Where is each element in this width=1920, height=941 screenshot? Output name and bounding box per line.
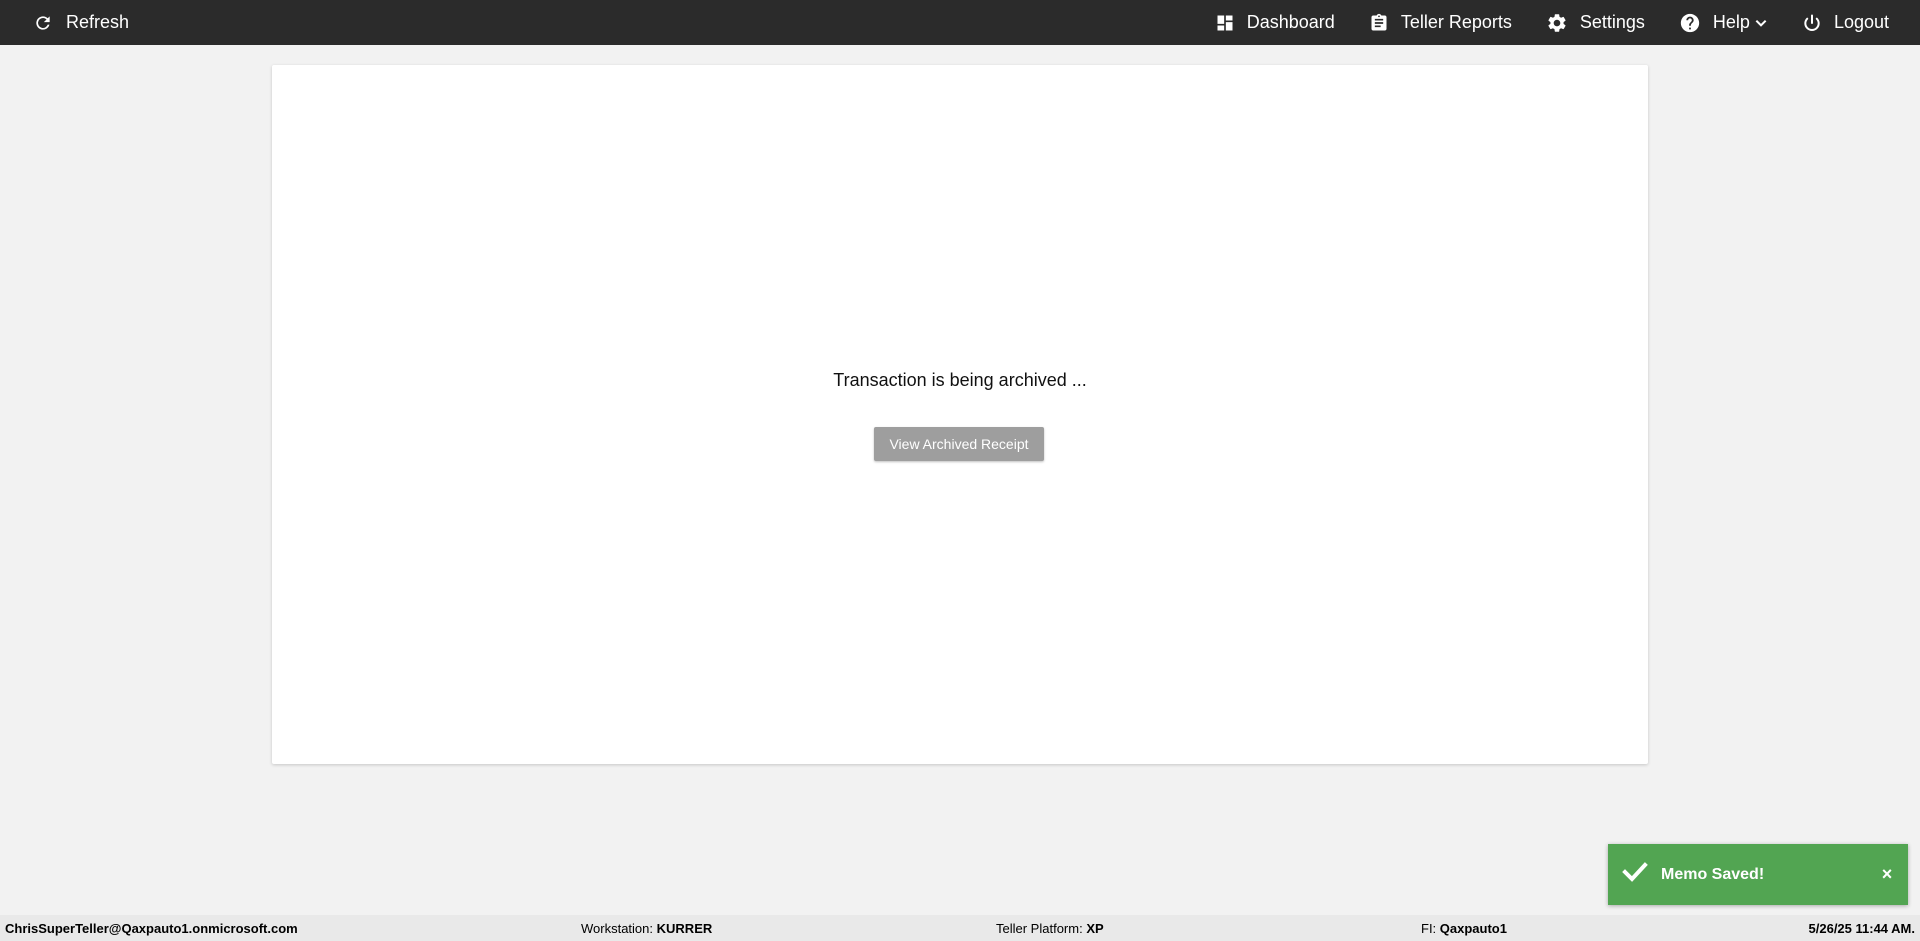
memo-saved-toast: Memo Saved! ×	[1608, 844, 1908, 905]
footer-user-value: ChrisSuperTeller@Qaxpauto1.onmicrosoft.c…	[5, 921, 298, 936]
refresh-button[interactable]: Refresh	[33, 0, 129, 45]
status-footer: ChrisSuperTeller@Qaxpauto1.onmicrosoft.c…	[0, 915, 1920, 941]
view-archived-receipt-button[interactable]: View Archived Receipt	[874, 427, 1044, 461]
footer-platform-label: Teller Platform:	[996, 921, 1083, 936]
dashboard-button[interactable]: Dashboard	[1215, 0, 1335, 45]
toast-message: Memo Saved!	[1661, 865, 1765, 883]
footer-workstation-value: KURRER	[656, 921, 713, 936]
left-nav-group: Refresh	[0, 0, 129, 45]
footer-datetime-value: 5/26/25 11:44 AM.	[1808, 921, 1915, 936]
dashboard-label: Dashboard	[1246, 12, 1335, 32]
dashboard-icon	[1215, 13, 1235, 33]
archive-status-card: Transaction is being archived ... View A…	[272, 65, 1648, 764]
refresh-icon	[33, 13, 53, 33]
footer-fi-label: FI:	[1421, 921, 1437, 936]
footer-workstation: Workstation: KURRER	[581, 921, 712, 936]
logout-label: Logout	[1833, 12, 1889, 32]
footer-fi: FI: Qaxpauto1	[1421, 921, 1507, 936]
settings-label: Settings	[1579, 12, 1645, 32]
power-icon	[1802, 13, 1822, 33]
footer-fi-value: Qaxpauto1	[1439, 921, 1507, 936]
chevron-down-icon	[1754, 16, 1768, 30]
right-nav-group: Dashboard Teller Reports Settings Help L…	[1215, 0, 1920, 45]
footer-platform: Teller Platform: XP	[996, 921, 1104, 936]
toast-close-button[interactable]: ×	[1874, 864, 1900, 885]
footer-datetime: 5/26/25 11:44 AM.	[1809, 921, 1915, 936]
footer-user: ChrisSuperTeller@Qaxpauto1.onmicrosoft.c…	[5, 921, 298, 936]
refresh-label: Refresh	[66, 12, 130, 32]
help-icon	[1679, 12, 1701, 34]
logout-button[interactable]: Logout	[1802, 0, 1889, 45]
footer-platform-value: XP	[1086, 921, 1104, 936]
help-label: Help	[1712, 12, 1750, 32]
teller-reports-button[interactable]: Teller Reports	[1369, 0, 1512, 45]
teller-reports-label: Teller Reports	[1400, 12, 1512, 32]
settings-button[interactable]: Settings	[1546, 0, 1645, 45]
top-navigation-bar: Refresh Dashboard Teller Reports Setting…	[0, 0, 1920, 45]
gear-icon	[1546, 12, 1568, 34]
archive-status-message: Transaction is being archived ...	[833, 370, 1087, 390]
footer-workstation-label: Workstation:	[581, 921, 654, 936]
help-menu-button[interactable]: Help	[1679, 0, 1768, 45]
check-icon	[1622, 861, 1648, 888]
clipboard-icon	[1369, 12, 1389, 34]
